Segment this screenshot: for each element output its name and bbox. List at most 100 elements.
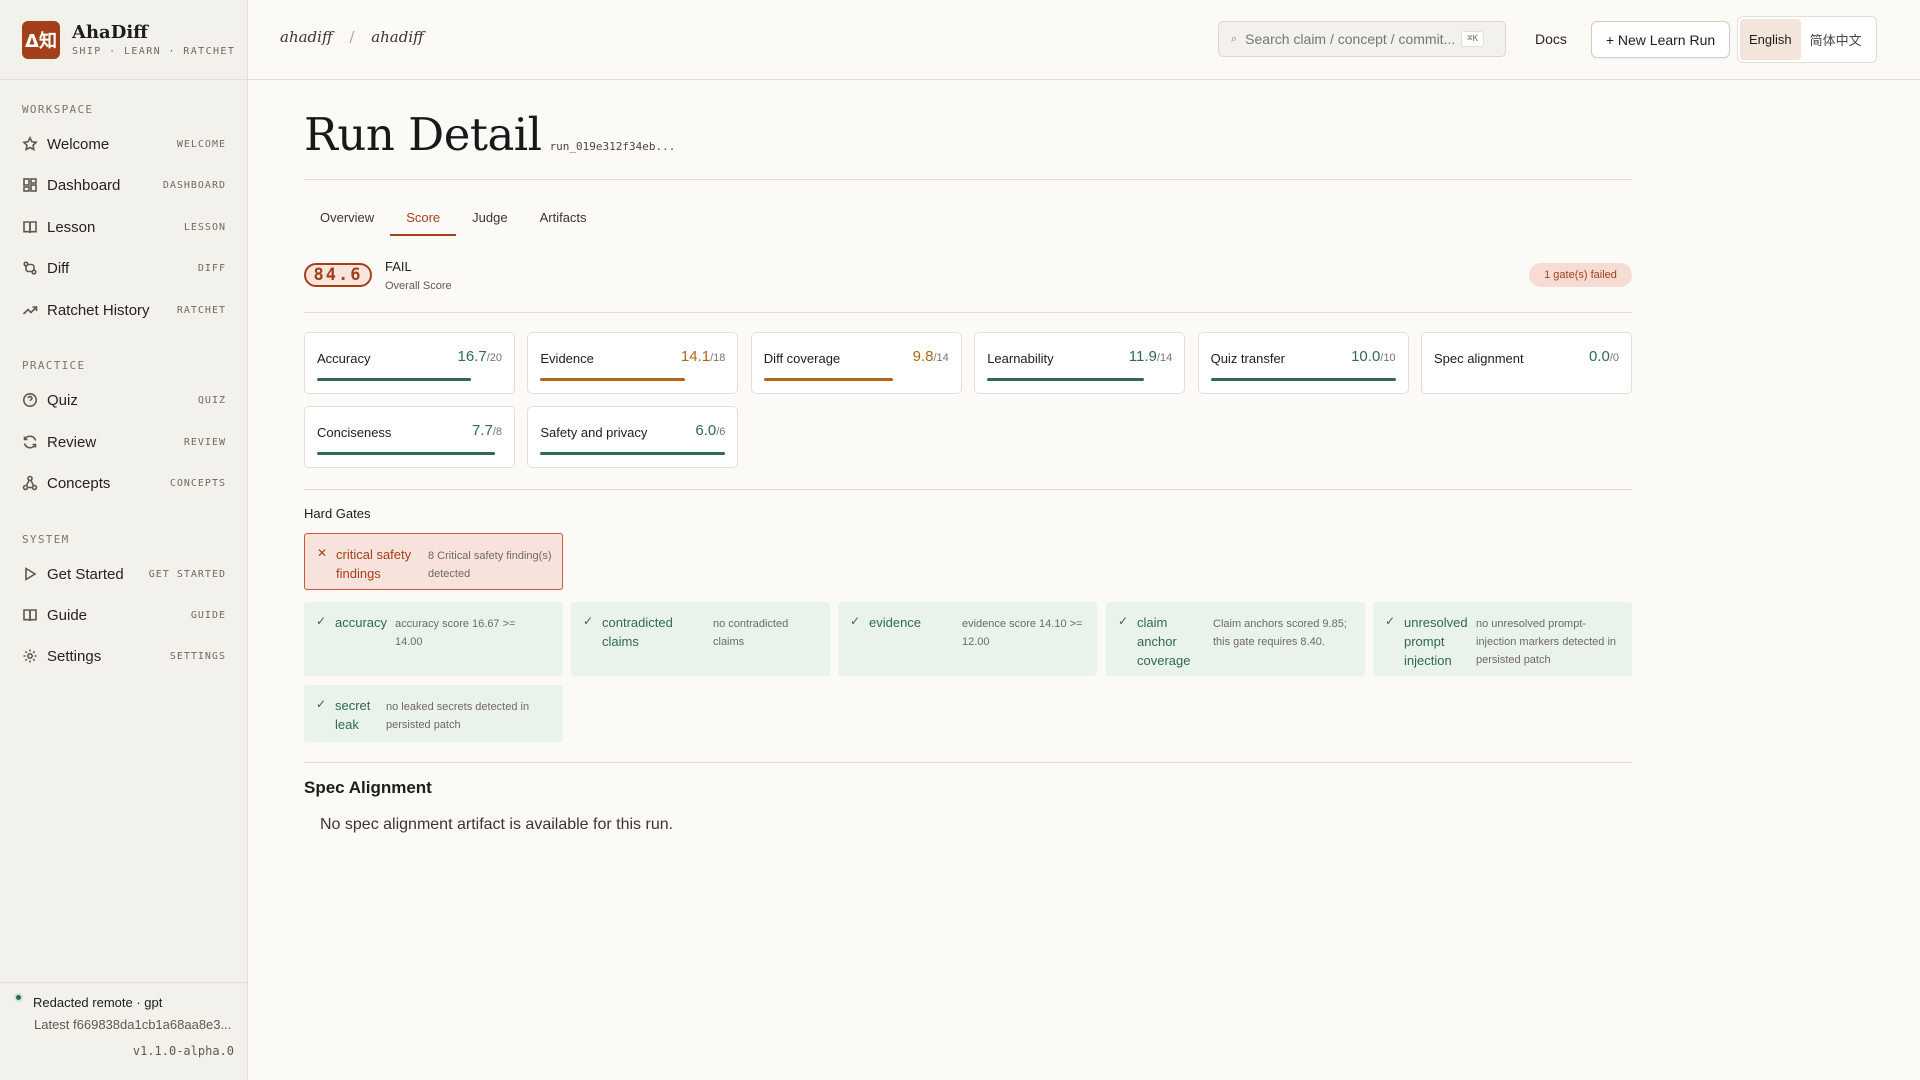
metric-bar [987,378,1172,381]
metric-name: Safety and privacy [540,425,648,440]
sidebar-item-concepts[interactable]: Concepts CONCEPTS [0,466,248,500]
metric-bar-fill [987,378,1145,381]
gate-card-passed: ✓ unresolved prompt injection no unresolve… [1373,602,1632,676]
search-box[interactable]: ⌕ ⌘K [1218,21,1506,57]
metric-max: /14 [1156,352,1173,364]
sidebar-item-review[interactable]: Review REVIEW [0,425,248,459]
metric-bar-fill [317,452,496,455]
metric-card: Safety and privacy 6.0/6 [527,406,739,468]
check-icon: ✓ [316,697,327,711]
metric-max: /14 [933,352,949,364]
tab-artifacts[interactable]: Artifacts [524,204,603,236]
sidebar-item-welcome[interactable]: Welcome WELCOME [0,127,248,161]
divider [304,179,1632,180]
brand[interactable]: Δ知 AhaDiff SHIP · LEARN · RATCHET [0,0,247,80]
metric-score: 9.8 [912,348,934,365]
language-chinese[interactable]: 简体中文 [1801,19,1871,60]
breadcrumb: ahadiff / ahadiff [280,28,424,46]
gate-name: critical safety findings [336,547,412,581]
connection-status: Redacted remote · gpt Latest f669838da1c… [0,982,248,1080]
tab-overview[interactable]: Overview [304,204,390,236]
sidebar-item-tag: DIFF [197,262,226,274]
topbar: ahadiff / ahadiff ⌕ ⌘K Docs + New Learn … [248,0,1920,80]
sidebar-item-settings[interactable]: Settings SETTINGS [0,639,248,673]
sidebar-item-guide[interactable]: Guide GUIDE [0,598,248,632]
metric-max: /18 [710,352,726,364]
docs-link[interactable]: Docs [1535,31,1567,47]
metric-value: 0.0/0 [1589,348,1619,365]
metric-value: 9.8/14 [913,348,949,365]
sidebar-item-label: Get Started [47,565,124,583]
metric-card: Accuracy 16.7/20 [304,332,515,394]
gate-card-failed: ✕ critical safety findings 8 Critical sa… [304,533,563,590]
sidebar-item-tag: QUIZ [197,394,226,406]
brand-name: AhaDiff [72,22,148,43]
section-label-workspace: WORKSPACE [22,103,94,116]
metric-max: /20 [486,352,502,364]
language-switcher: English 简体中文 [1737,16,1877,63]
check-icon: ✓ [1118,614,1129,628]
spec-alignment-message: No spec alignment artifact is available … [320,816,674,833]
divider [304,489,1632,490]
sidebar-item-tag: SETTINGS [169,650,226,662]
star-icon [22,136,38,152]
check-icon: ✓ [583,614,594,628]
language-english[interactable]: English [1740,19,1801,60]
breadcrumb-item[interactable]: ahadiff [371,28,424,46]
metric-card: Conciseness 7.7/8 [304,406,515,468]
gate-desc: no unresolved prompt-injection markers d… [1476,618,1617,666]
metric-card: Diff coverage 9.8/14 [750,332,962,394]
search-input[interactable] [1245,31,1462,47]
trend-up-icon [22,302,38,318]
page-title: Run Detail [304,108,542,161]
sidebar-item-tag: DASHBOARD [162,179,226,191]
sidebar-item-tag: LESSON [183,221,226,233]
metric-value: 6.0/6 [695,422,725,439]
sidebar-item-dashboard[interactable]: Dashboard DASHBOARD [0,168,248,202]
gate-desc: Claim anchors scored 9.85; this gate req… [1213,618,1347,648]
book-icon [22,607,38,623]
new-learn-run-button[interactable]: + New Learn Run [1591,21,1730,58]
metric-bar [317,378,502,381]
sidebar-item-quiz[interactable]: Quiz QUIZ [0,383,248,417]
breadcrumb-item[interactable]: ahadiff [280,28,333,46]
sidebar: Δ知 AhaDiff SHIP · LEARN · RATCHET WORKSP… [0,0,248,1080]
gate-card-passed: ✓ claim anchor coverage Claim anchors scor… [1106,602,1365,676]
sidebar-item-lesson[interactable]: Lesson LESSON [0,210,248,244]
metric-card: Learnability 11.9/14 [974,332,1186,394]
tab-score[interactable]: Score [390,204,457,236]
sidebar-item-tag: RATCHET [176,304,226,316]
sidebar-item-tag: GET STARTED [148,568,226,580]
sidebar-item-label: Dashboard [47,176,121,194]
gate-card-passed: ✓ secret leak no leaked secrets detected i… [304,685,563,742]
sidebar-item-label: Ratchet History [47,301,150,319]
x-icon: ✕ [317,546,328,560]
metric-score: 14.1 [680,348,711,365]
metric-max: /0 [1609,352,1619,364]
tab-judge[interactable]: Judge [456,204,523,236]
sidebar-item-label: Concepts [47,474,111,492]
metric-score: 10.0 [1351,348,1381,365]
app-version: v1.1.0-alpha.0 [132,1044,234,1058]
sidebar-item-label: Diff [47,259,70,277]
gate-desc: no contradicted claims [713,618,789,648]
gate-card-passed: ✓ evidence evidence score 14.10 >= 12.00 [838,602,1097,676]
sidebar-item-label: Settings [47,647,102,665]
metric-bar [317,452,502,455]
status-text: Redacted remote · gpt [33,995,163,1010]
sidebar-item-ratchet-history[interactable]: Ratchet History RATCHET [0,293,248,327]
metric-bar-fill [540,378,686,381]
sidebar-item-diff[interactable]: Diff DIFF [0,251,248,285]
metric-value: 10.0/10 [1351,348,1396,365]
sidebar-item-get-started[interactable]: Get Started GET STARTED [0,557,248,591]
metric-value: 7.7/8 [472,422,502,439]
section-label-system: SYSTEM [22,533,70,546]
metric-bar [540,378,725,381]
shortcut-hint: ⌘K [1461,31,1485,47]
metric-name: Learnability [987,351,1054,366]
metric-bar [1434,378,1619,381]
metric-name: Evidence [540,351,594,366]
metric-name: Conciseness [317,425,392,440]
hard-gates-title: Hard Gates [304,506,371,521]
overall-score: 84.6 [304,263,372,287]
